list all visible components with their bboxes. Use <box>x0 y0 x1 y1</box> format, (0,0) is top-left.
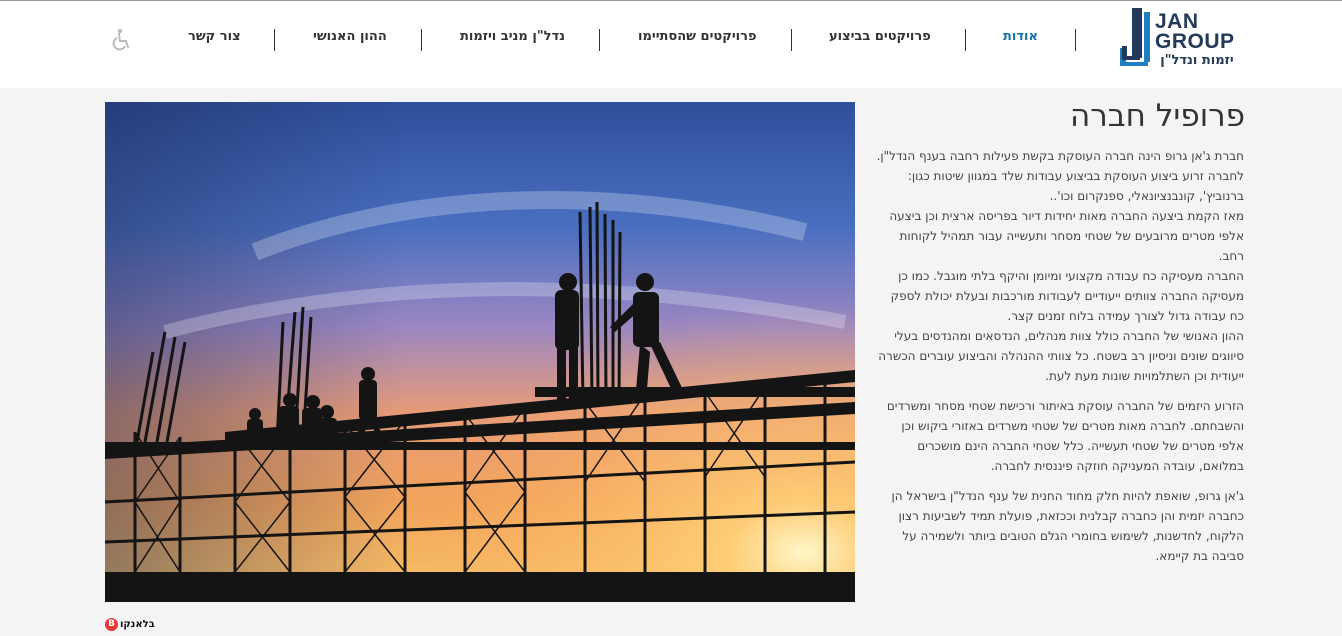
nav-separator <box>421 29 422 51</box>
nav-separator <box>791 29 792 51</box>
credit-badge-icon: B <box>105 617 118 631</box>
nav-item-human-capital[interactable]: ההון האנושי <box>313 29 387 51</box>
profile-paragraph: מאז הקמת ביצעה החברה מאות יחידות דיור בפ… <box>889 209 1244 263</box>
site-credit-link[interactable]: בלאנקו B <box>105 616 155 632</box>
profile-paragraph: ההון האנושי של החברה כולל צוות מנהלים, ה… <box>878 329 1244 383</box>
nav-separator <box>965 29 966 51</box>
nav-separator <box>1075 29 1076 51</box>
nav-item-projects-in-progress[interactable]: פרויקטים בביצוע <box>829 29 931 51</box>
nav-separator <box>599 29 600 51</box>
logo-tagline: יזמות ונדל"ן <box>1160 53 1234 68</box>
nav-item-contact[interactable]: צור קשר <box>188 29 241 51</box>
profile-paragraph: חברת ג'אן גרופ הינה חברה העוסקת בקשת פעי… <box>876 149 1244 163</box>
hero-construction-image <box>105 102 855 602</box>
profile-paragraph: הזרוע היזמים של החברה עוסקת באיתור ורכיש… <box>886 399 1244 473</box>
profile-paragraph: החברה מעסיקה כח עבודה מקצועי ומיומן והיק… <box>890 269 1244 323</box>
credit-label: בלאנקו <box>120 618 155 630</box>
nav-item-completed-projects[interactable]: פרויקטים שהסתיימו <box>638 29 757 51</box>
profile-paragraph: ג'אן גרופ, שואפת להיות חלק מחוד החנית של… <box>891 489 1244 563</box>
nav-item-real-estate[interactable]: נדל"ן מניב ויזמות <box>460 29 565 51</box>
profile-paragraph: לחברה זרוע ביצוע העוסקת בביצוע עבודות של… <box>907 169 1244 203</box>
site-header: JAN GROUP יזמות ונדל"ן אודות פרויקטים בב… <box>0 0 1342 88</box>
construction-silhouette-image <box>105 102 855 602</box>
wheelchair-icon[interactable] <box>110 28 132 52</box>
page-title: פרופיל חברה <box>1070 98 1245 134</box>
main-nav: אודות פרויקטים בביצוע פרויקטים שהסתיימו … <box>0 29 1342 51</box>
nav-item-about[interactable]: אודות <box>1003 29 1038 51</box>
company-profile-text: חברת ג'אן גרופ הינה חברה העוסקת בקשת פעי… <box>876 146 1244 576</box>
nav-separator <box>274 29 275 51</box>
